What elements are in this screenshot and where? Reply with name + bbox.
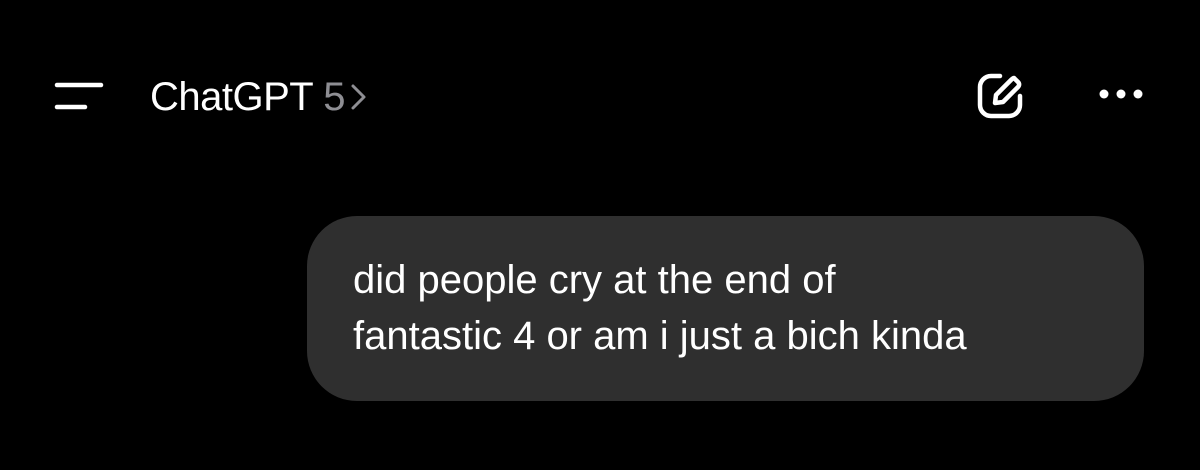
model-version: 5 [323,74,346,119]
more-dots-icon [1099,89,1143,99]
chat-screen: ChatGPT 5 did people cry at the end of f… [0,0,1200,470]
app-title: ChatGPT [150,74,314,119]
chevron-right-icon [351,84,366,110]
more-options-button[interactable] [1080,68,1160,124]
user-message-bubble: did people cry at the end of fantastic 4… [307,216,1144,401]
message-text-line: fantastic 4 or am i just a bich kinda [353,314,967,358]
message-text-line: did people cry at the end of [353,258,836,302]
sidebar-menu-button[interactable] [40,68,120,124]
new-chat-compose-icon [977,73,1023,119]
menu-lines-icon [54,82,104,110]
new-chat-button[interactable] [960,64,1040,128]
model-selector[interactable]: ChatGPT 5 [150,72,369,122]
